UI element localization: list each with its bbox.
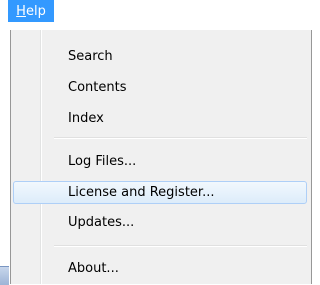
help-menu-label: elp (25, 3, 46, 19)
menu-item-label: Log Files... (68, 154, 137, 169)
menu-item-log-files[interactable]: Log Files... (13, 150, 307, 173)
menu-item-label: Contents (68, 80, 127, 95)
menu-item-label: Search (68, 49, 113, 64)
menu-separator (54, 245, 307, 247)
menu-item-label: About... (68, 261, 119, 276)
menu-item-index[interactable]: Index (13, 107, 307, 130)
menu-item-label: Index (68, 111, 104, 126)
menu-item-search[interactable]: Search (13, 45, 307, 68)
menu-item-label: Updates... (68, 215, 135, 230)
help-menu[interactable]: Help (8, 0, 54, 22)
menu-item-license-and-register[interactable]: License and Register... (13, 181, 307, 204)
menu-item-updates[interactable]: Updates... (13, 211, 307, 234)
background-window-fragment (0, 266, 9, 285)
help-accelerator: H (16, 3, 26, 19)
menu-item-contents[interactable]: Contents (13, 76, 307, 99)
menu-item-label: License and Register... (68, 185, 215, 200)
menu-item-about[interactable]: About... (13, 257, 307, 280)
menu-separator (54, 137, 307, 139)
